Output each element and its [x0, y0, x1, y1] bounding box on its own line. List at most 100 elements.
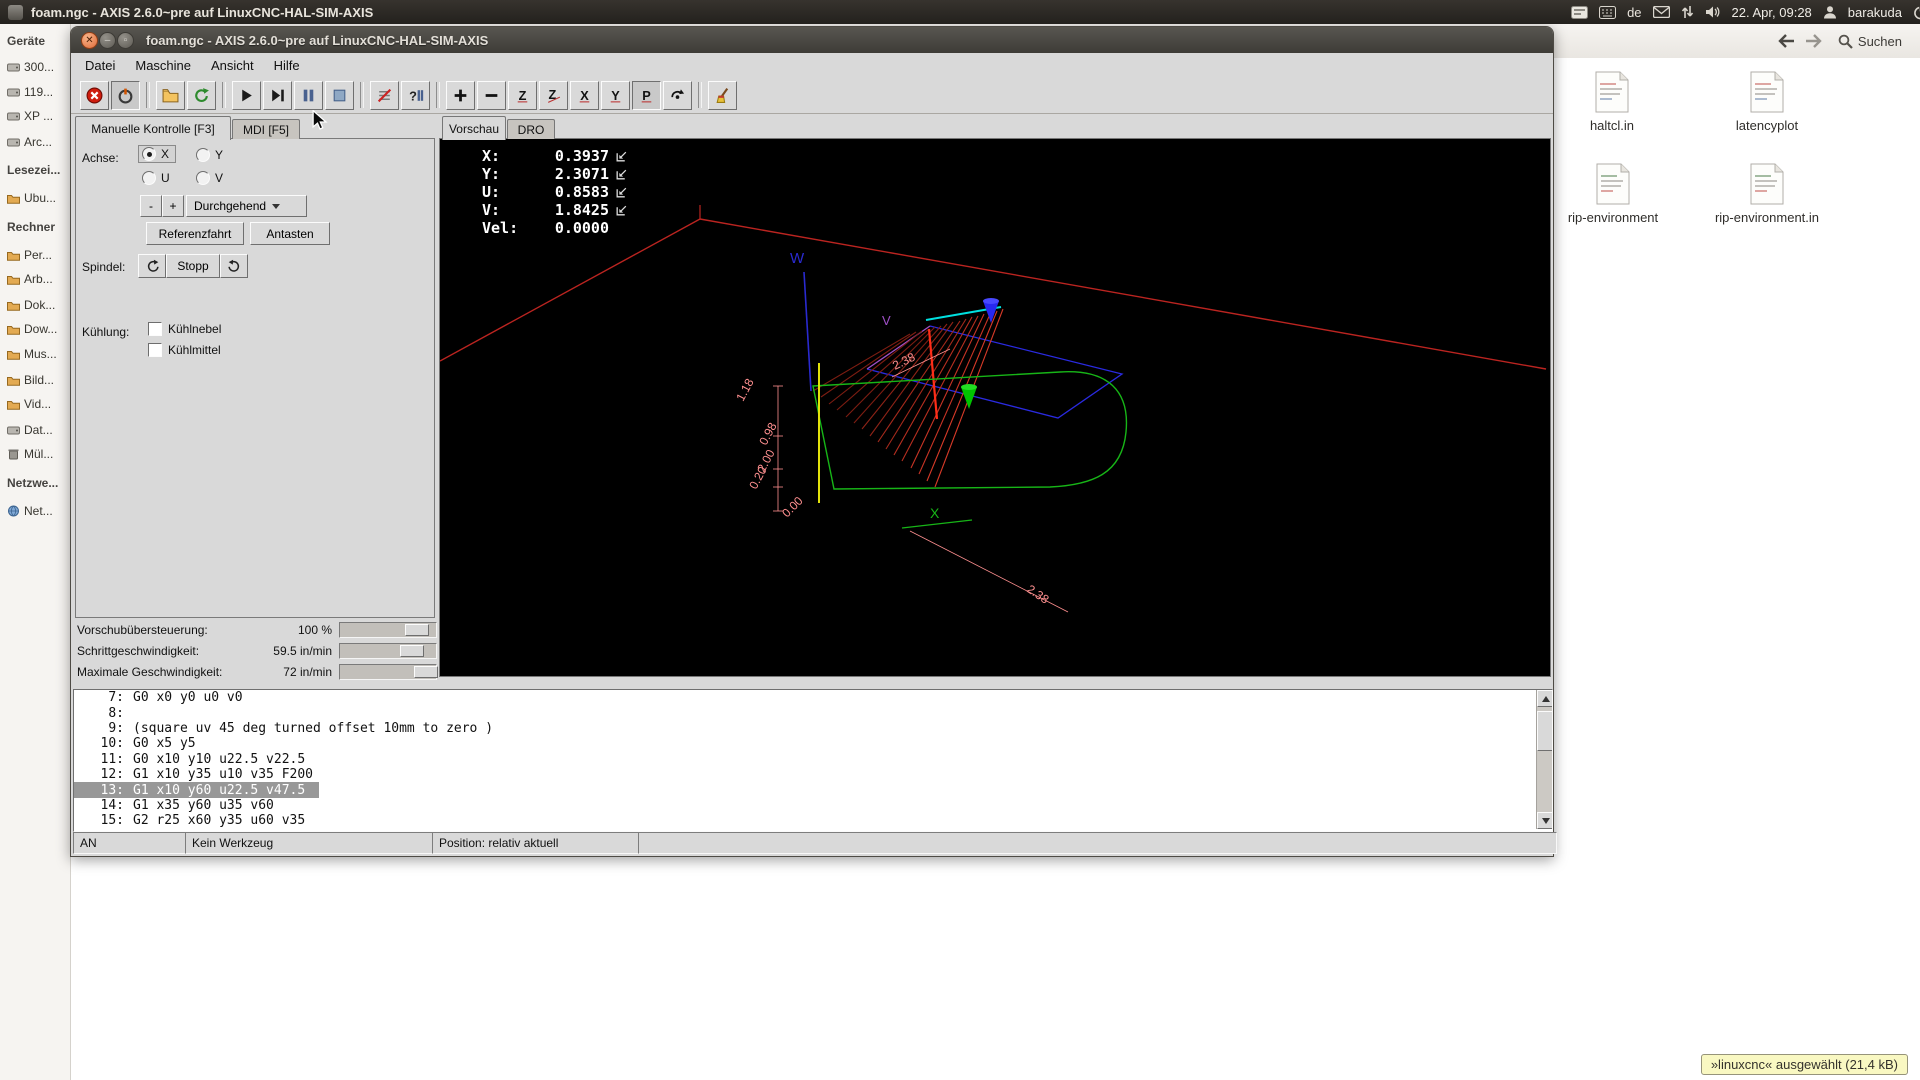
- menu-maschine[interactable]: Maschine: [125, 56, 201, 75]
- mist-checkbox[interactable]: Kühlnebel: [148, 322, 221, 336]
- session-power-icon[interactable]: [1913, 5, 1920, 20]
- view-x-button[interactable]: X: [570, 81, 599, 110]
- gcode-line-active[interactable]: 13:G1 x10 y60 u22.5 v47.5: [74, 782, 319, 797]
- menu-ansicht[interactable]: Ansicht: [201, 56, 264, 75]
- sidebar-item-device[interactable]: 119...: [0, 82, 71, 102]
- indicator-applet-icon[interactable]: [1571, 6, 1588, 19]
- sidebar-item-pictures[interactable]: Bild...: [0, 370, 71, 390]
- tab-dro[interactable]: DRO: [507, 119, 555, 139]
- spindle-ccw-button[interactable]: [138, 254, 166, 278]
- gcode-line[interactable]: 10:G0 x5 y5: [74, 736, 1552, 751]
- jog-minus-button[interactable]: -: [140, 195, 162, 217]
- forward-button[interactable]: [1802, 29, 1826, 53]
- sidebar-item-bookmark[interactable]: Ubu...: [0, 188, 71, 208]
- jog-speed-slider[interactable]: [339, 643, 437, 659]
- sidebar-item-music[interactable]: Mus...: [0, 344, 71, 364]
- view-z-button[interactable]: Z: [508, 81, 537, 110]
- scroll-down-button[interactable]: [1537, 812, 1553, 829]
- slider-handle[interactable]: [414, 666, 438, 678]
- jog-plus-button[interactable]: +: [162, 195, 184, 217]
- gcode-line[interactable]: 7:G0 x0 y0 u0 v0: [74, 690, 1552, 705]
- keyboard-layout-label[interactable]: de: [1627, 5, 1641, 20]
- jog-mode-dropdown[interactable]: Durchgehend: [186, 195, 307, 217]
- volume-icon[interactable]: [1705, 5, 1721, 19]
- sidebar-item-home[interactable]: Per...: [0, 245, 71, 265]
- sidebar-item-device[interactable]: Arc...: [0, 132, 71, 152]
- window-minimize-button[interactable]: –: [99, 32, 116, 49]
- gcode-scrollbar[interactable]: [1536, 690, 1552, 829]
- touch-off-button[interactable]: Antasten: [250, 222, 330, 245]
- flood-checkbox[interactable]: Kühlmittel: [148, 343, 221, 357]
- feed-override-slider[interactable]: [339, 622, 437, 638]
- user-icon[interactable]: [1823, 5, 1837, 19]
- mail-icon[interactable]: [1653, 6, 1670, 18]
- sidebar-item-filesystem[interactable]: Dat...: [0, 420, 71, 440]
- gcode-listing[interactable]: 7:G0 x0 y0 u0 v0 8: 9:(square uv 45 deg …: [73, 689, 1553, 832]
- network-sync-icon[interactable]: [1681, 5, 1694, 19]
- rotate-view-button[interactable]: [663, 81, 692, 110]
- axis-titlebar[interactable]: ✕ – ▫ foam.ngc - AXIS 2.6.0~pre auf Linu…: [71, 27, 1553, 53]
- home-axis-button[interactable]: Referenzfahrt: [146, 222, 244, 245]
- sidebar-item-desktop[interactable]: Arb...: [0, 269, 71, 289]
- sidebar-item-documents[interactable]: Dok...: [0, 295, 71, 315]
- panel-app-title[interactable]: foam.ngc - AXIS 2.6.0~pre auf LinuxCNC-H…: [31, 5, 373, 20]
- gcode-line[interactable]: 11:G0 x10 y10 u22.5 v22.5: [74, 752, 1552, 767]
- axis-radio-v[interactable]: V: [196, 171, 223, 185]
- file-latencyplot[interactable]: latencyplot: [1702, 70, 1832, 133]
- sidebar-item-network[interactable]: Net...: [0, 501, 71, 521]
- slider-handle[interactable]: [400, 645, 424, 657]
- gcode-line[interactable]: 9:(square uv 45 deg turned offset 10mm t…: [74, 721, 1552, 736]
- open-file-button[interactable]: [156, 81, 185, 110]
- view-z-rotated-button[interactable]: Z: [539, 81, 568, 110]
- svg-text:W: W: [790, 250, 805, 267]
- sidebar-item-downloads[interactable]: Dow...: [0, 319, 71, 339]
- gcode-line[interactable]: 8:: [74, 705, 1552, 720]
- axis-radio-y[interactable]: Y: [196, 148, 223, 162]
- scrollbar-thumb[interactable]: [1537, 711, 1553, 751]
- gcode-line[interactable]: 14:G1 x35 y60 u35 v60: [74, 798, 1552, 813]
- run-button[interactable]: [232, 81, 261, 110]
- step-button[interactable]: [263, 81, 292, 110]
- window-maximize-button[interactable]: ▫: [117, 32, 134, 49]
- sidebar-item-device[interactable]: XP ...: [0, 106, 71, 126]
- tab-manual-control[interactable]: Manuelle Kontrolle [F3]: [75, 116, 231, 140]
- tab-mdi[interactable]: MDI [F5]: [232, 119, 300, 139]
- scroll-up-button[interactable]: [1537, 690, 1553, 707]
- tab-preview[interactable]: Vorschau: [442, 116, 506, 140]
- menu-hilfe[interactable]: Hilfe: [264, 56, 310, 75]
- clock[interactable]: 22. Apr, 09:28: [1732, 5, 1812, 20]
- gcode-line[interactable]: 15:G2 r25 x60 y35 u60 v35: [74, 813, 1552, 828]
- estop-button[interactable]: [80, 81, 109, 110]
- slider-handle[interactable]: [405, 624, 429, 636]
- reload-button[interactable]: [187, 81, 216, 110]
- sidebar-item-videos[interactable]: Vid...: [0, 394, 71, 414]
- sidebar-item-device[interactable]: 300...: [0, 57, 71, 77]
- toggle-optional-pause-button[interactable]: ?: [401, 81, 430, 110]
- user-name[interactable]: barakuda: [1848, 5, 1902, 20]
- back-button[interactable]: [1774, 29, 1798, 53]
- file-rip-environment[interactable]: rip-environment: [1548, 162, 1678, 225]
- menu-datei[interactable]: Datei: [75, 56, 125, 75]
- status-tool: Kein Werkzeug: [185, 832, 440, 854]
- view-y-button[interactable]: Y: [601, 81, 630, 110]
- pause-button[interactable]: [294, 81, 323, 110]
- view-perspective-button[interactable]: P: [632, 81, 661, 110]
- stop-button[interactable]: [325, 81, 354, 110]
- axis-radio-u[interactable]: U: [142, 171, 170, 185]
- zoom-out-button[interactable]: [477, 81, 506, 110]
- axis-radio-x[interactable]: X: [138, 145, 176, 163]
- machine-power-button[interactable]: [111, 81, 140, 110]
- spindle-cw-button[interactable]: [220, 254, 248, 278]
- window-close-button[interactable]: ✕: [81, 32, 98, 49]
- max-velocity-slider[interactable]: [339, 664, 437, 680]
- toggle-skip-lines-button[interactable]: [370, 81, 399, 110]
- gcode-line[interactable]: 12:G1 x10 y35 u10 v35 F200: [74, 767, 1552, 782]
- search-button[interactable]: Suchen: [1830, 29, 1910, 53]
- spindle-stop-button[interactable]: Stopp: [166, 254, 220, 278]
- sidebar-item-trash[interactable]: Mül...: [0, 444, 71, 464]
- zoom-in-button[interactable]: [446, 81, 475, 110]
- clear-plot-button[interactable]: [708, 81, 737, 110]
- file-haltcl[interactable]: haltcl.in: [1547, 70, 1677, 133]
- keyboard-icon[interactable]: [1599, 6, 1616, 19]
- file-rip-environment-in[interactable]: rip-environment.in: [1702, 162, 1832, 225]
